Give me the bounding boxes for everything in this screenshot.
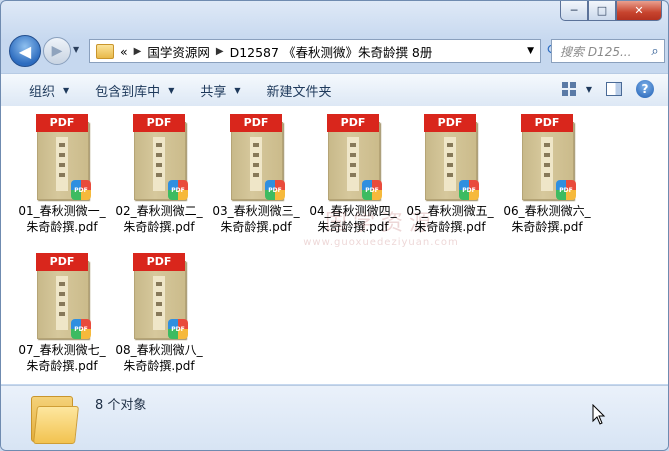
file-name-line2: 朱奇龄撰.pdf xyxy=(123,359,195,373)
share-label: 共享 xyxy=(200,84,227,100)
minimize-button[interactable]: ─ xyxy=(560,1,588,21)
preview-pane-button[interactable] xyxy=(606,82,622,96)
item-count: 8 个对象 xyxy=(95,398,147,413)
file-item[interactable]: PDF PDF 01_春秋测微一_ 朱奇龄撰.pdf xyxy=(13,114,111,235)
new-folder-button[interactable]: 新建文件夹 xyxy=(267,81,332,100)
file-name-line2: 朱奇龄撰.pdf xyxy=(511,220,583,234)
file-name-line1: 05_春秋测微五_ xyxy=(406,204,494,218)
pdf-tag: PDF xyxy=(327,114,379,132)
pdf-tag: PDF xyxy=(36,253,88,271)
pdf-tag: PDF xyxy=(521,114,573,132)
pdf-app-badge-icon: PDF xyxy=(459,180,479,200)
organize-button[interactable]: 组织 ▼ xyxy=(29,81,69,100)
file-name-line1: 03_春秋测微三_ xyxy=(212,204,300,218)
pdf-file-icon: PDF PDF xyxy=(230,114,285,200)
file-item[interactable]: PDF PDF 02_春秋测微二_ 朱奇龄撰.pdf xyxy=(110,114,208,235)
pdf-file-icon: PDF PDF xyxy=(424,114,479,200)
maximize-button[interactable]: □ xyxy=(588,1,616,21)
file-name-line2: 朱奇龄撰.pdf xyxy=(123,220,195,234)
address-bar[interactable]: « ▶ 国学资源网 ▶ D12587 《春秋测微》朱奇龄撰 8册 ▼ xyxy=(89,39,541,63)
change-view-button[interactable]: ▼ xyxy=(561,82,592,96)
new-folder-label: 新建文件夹 xyxy=(266,84,332,100)
breadcrumb-item-current[interactable]: D12587 《春秋测微》朱奇龄撰 8册 xyxy=(230,42,433,61)
file-item[interactable]: PDF PDF 03_春秋测微三_ 朱奇龄撰.pdf xyxy=(207,114,305,235)
chevron-down-icon: ▼ xyxy=(168,85,175,95)
search-icon[interactable]: ⌕ xyxy=(646,44,664,59)
pdf-file-icon: PDF PDF xyxy=(133,114,188,200)
share-button[interactable]: 共享 ▼ xyxy=(200,81,240,100)
pdf-app-badge-icon: PDF xyxy=(362,180,382,200)
organize-label: 组织 xyxy=(29,84,56,100)
folder-icon xyxy=(96,43,114,59)
help-button[interactable]: ? xyxy=(636,80,654,98)
file-item[interactable]: PDF PDF 06_春秋测微六_ 朱奇龄撰.pdf xyxy=(498,114,596,235)
file-name-line2: 朱奇龄撰.pdf xyxy=(26,220,98,234)
pdf-tag: PDF xyxy=(230,114,282,132)
recent-pages-dropdown[interactable]: ▼ xyxy=(73,45,79,54)
file-name-line1: 07_春秋测微七_ xyxy=(18,343,106,357)
file-name-line1: 08_春秋测微八_ xyxy=(115,343,203,357)
pdf-file-icon: PDF PDF xyxy=(521,114,576,200)
pdf-app-badge-icon: PDF xyxy=(71,319,91,339)
back-button[interactable]: ◀ xyxy=(9,35,41,67)
chevron-down-icon: ▼ xyxy=(63,85,70,95)
breadcrumb-separator-icon[interactable]: ▶ xyxy=(134,46,142,57)
address-dropdown-icon[interactable]: ▼ xyxy=(527,46,534,56)
pdf-file-icon: PDF PDF xyxy=(133,253,188,339)
file-name-line2: 朱奇龄撰.pdf xyxy=(26,359,98,373)
pdf-file-icon: PDF PDF xyxy=(36,253,91,339)
forward-button[interactable]: ▶ xyxy=(43,37,71,65)
pdf-tag: PDF xyxy=(424,114,476,132)
pdf-app-badge-icon: PDF xyxy=(168,319,188,339)
command-bar: 组织 ▼ 包含到库中 ▼ 共享 ▼ 新建文件夹 ▼ ? xyxy=(1,73,668,107)
file-name-line1: 04_春秋测微四_ xyxy=(309,204,397,218)
search-box[interactable]: 搜索 D125... ⌕ xyxy=(551,39,665,63)
chevron-down-icon: ▼ xyxy=(585,84,592,94)
include-in-library-button[interactable]: 包含到库中 ▼ xyxy=(95,81,174,100)
file-item[interactable]: PDF PDF 05_春秋测微五_ 朱奇龄撰.pdf xyxy=(401,114,499,235)
pdf-app-badge-icon: PDF xyxy=(265,180,285,200)
explorer-window: ─ □ ✕ ◀ ▶ ▼ « ▶ 国学资源网 ▶ D12587 《春秋测微》朱奇龄… xyxy=(0,0,669,451)
pdf-app-badge-icon: PDF xyxy=(556,180,576,200)
close-button[interactable]: ✕ xyxy=(616,1,662,21)
breadcrumb-separator-icon[interactable]: ▶ xyxy=(216,46,224,57)
preview-pane-icon xyxy=(606,82,622,96)
breadcrumb-overflow[interactable]: « xyxy=(120,44,128,59)
file-list: 国学资源 www.guoxuedeziyuan.com PDF PDF 01_春秋测… xyxy=(1,106,668,384)
file-item[interactable]: PDF PDF 04_春秋测微四_ 朱奇龄撰.pdf xyxy=(304,114,402,235)
pdf-app-badge-icon: PDF xyxy=(71,180,91,200)
pdf-file-icon: PDF PDF xyxy=(36,114,91,200)
mouse-cursor-icon xyxy=(592,404,606,425)
pdf-tag: PDF xyxy=(133,114,185,132)
folder-large-icon xyxy=(31,392,79,444)
file-name-line2: 朱奇龄撰.pdf xyxy=(414,220,486,234)
details-pane: 8 个对象 xyxy=(1,385,668,450)
view-grid-icon xyxy=(561,82,576,96)
pdf-app-badge-icon: PDF xyxy=(168,180,188,200)
navigation-bar: ◀ ▶ ▼ « ▶ 国学资源网 ▶ D12587 《春秋测微》朱奇龄撰 8册 ▼… xyxy=(7,33,665,67)
file-name-line2: 朱奇龄撰.pdf xyxy=(317,220,389,234)
search-input[interactable]: 搜索 D125... xyxy=(560,43,646,60)
file-name-line1: 06_春秋测微六_ xyxy=(503,204,591,218)
watermark-url: www.guoxuedeziyuan.com xyxy=(303,237,459,248)
forward-arrow-icon: ▶ xyxy=(51,43,63,59)
toolbar-right: ▼ ? xyxy=(548,80,654,98)
breadcrumb-item-root[interactable]: 国学资源网 xyxy=(147,42,210,61)
pdf-tag: PDF xyxy=(133,253,185,271)
help-icon: ? xyxy=(636,80,654,98)
pdf-tag: PDF xyxy=(36,114,88,132)
pdf-file-icon: PDF PDF xyxy=(327,114,382,200)
caption-buttons: ─ □ ✕ xyxy=(560,1,662,21)
chevron-down-icon: ▼ xyxy=(234,85,241,95)
file-name-line1: 01_春秋测微一_ xyxy=(18,204,106,218)
file-name-line2: 朱奇龄撰.pdf xyxy=(220,220,292,234)
include-library-label: 包含到库中 xyxy=(95,84,161,100)
file-item[interactable]: PDF PDF 07_春秋测微七_ 朱奇龄撰.pdf xyxy=(13,253,111,374)
file-name-line1: 02_春秋测微二_ xyxy=(115,204,203,218)
file-item[interactable]: PDF PDF 08_春秋测微八_ 朱奇龄撰.pdf xyxy=(110,253,208,374)
back-arrow-icon: ◀ xyxy=(18,41,32,61)
